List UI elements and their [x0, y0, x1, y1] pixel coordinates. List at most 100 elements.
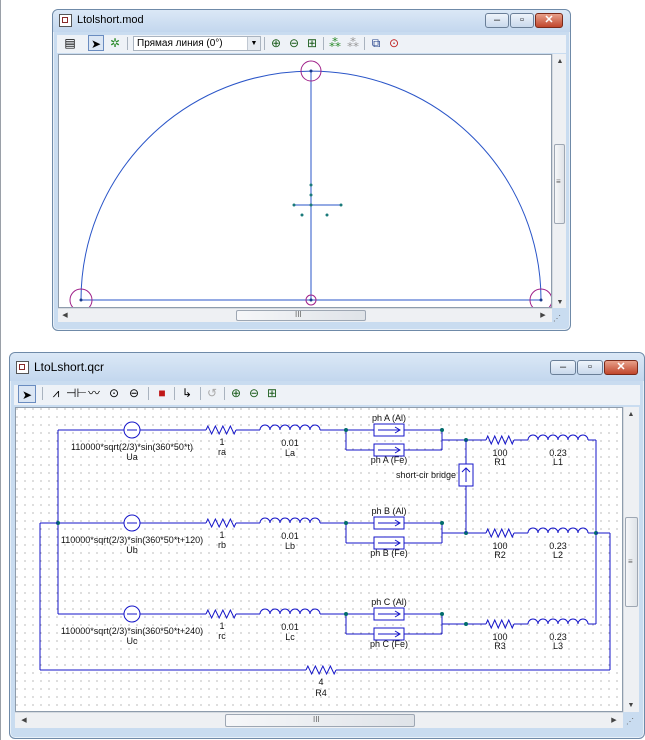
zoom-out-icon[interactable]: ⊖	[246, 385, 262, 401]
line-type-value: Прямая линия (0°)	[137, 38, 223, 49]
resistor-value: 1	[219, 437, 224, 447]
scroll-right-icon[interactable]: ▶	[607, 716, 621, 724]
pointer-icon[interactable]: ➤	[18, 385, 36, 403]
wire-icon[interactable]: ↳	[179, 385, 195, 401]
snap-points-icon[interactable]: ⁂	[327, 35, 343, 51]
junction-node	[344, 521, 348, 525]
load-inductor-name: L2	[553, 550, 563, 560]
scroll-grip: ≡	[556, 177, 561, 186]
window-title: LtoLshort.qcr	[34, 360, 105, 374]
circuit-canvas[interactable]: 110000*sqrt(2/3)*sin(360*50*t) Ua 1 ra 0.01 L…	[15, 407, 623, 712]
junction-node	[344, 612, 348, 616]
resistor-name: rc	[218, 631, 226, 641]
load-resistor-name: R3	[494, 641, 506, 651]
desktop-divider	[0, 0, 1, 740]
zoom-in-icon[interactable]: ⊕	[228, 385, 244, 401]
resize-grip[interactable]: ⋰	[553, 314, 561, 323]
magic-wand-icon[interactable]: ✲	[107, 35, 123, 51]
junction-node	[440, 521, 444, 525]
scroll-grip: III	[313, 715, 320, 724]
diagram-icon[interactable]: ▤	[62, 35, 78, 51]
zoom-in-icon[interactable]: ⊕	[268, 35, 284, 51]
inductor-icon[interactable]: 〰	[86, 385, 102, 401]
line-type-select[interactable]: Прямая линия (0°) ▼	[133, 36, 261, 51]
source-expression: 110000*sqrt(2/3)*sin(360*50*t+120)	[61, 535, 203, 545]
modeler-window: Ltolshort.mod – ▫ ✕ ▤ ➤ ✲ Прямая линия (…	[52, 9, 571, 331]
scroll-grip: ≡	[628, 557, 633, 566]
resize-grip[interactable]: ⋰	[626, 717, 634, 726]
toolbar: ➤ ⩘ ⊣⊢ 〰 ⊙ ⊖ ■ ↳ ↺ ⊕ ⊖ ⊞	[14, 385, 640, 405]
junction-node	[440, 612, 444, 616]
maximize-button[interactable]: ▫	[510, 13, 534, 28]
separator	[364, 37, 365, 50]
source-name: Ub	[126, 545, 138, 555]
scroll-down-icon[interactable]: ▼	[553, 299, 567, 306]
3d-box-icon[interactable]: ■	[154, 385, 170, 401]
snap-points-off-icon[interactable]: ⁂	[345, 35, 361, 51]
scroll-left-icon[interactable]: ◀	[17, 716, 31, 724]
voltage-source-icon[interactable]: ⊙	[106, 385, 122, 401]
title-bar[interactable]: LtoLshort.qcr – ▫ ✕	[10, 353, 644, 381]
junction-node	[344, 428, 348, 432]
current-source-icon[interactable]: ⊖	[126, 385, 142, 401]
capacitor-icon[interactable]: ⊣⊢	[66, 385, 87, 401]
fit-icon[interactable]: ⊞	[264, 385, 280, 401]
r4-name: R4	[315, 688, 327, 698]
switch-lower-label: ph B (Fe)	[370, 548, 408, 558]
resistor-name: rb	[218, 540, 226, 550]
chevron-down-icon[interactable]: ▼	[247, 37, 260, 50]
separator	[174, 387, 175, 400]
scroll-down-icon[interactable]: ▼	[624, 702, 638, 709]
arc-drawing	[69, 60, 551, 307]
inductor-value: 0.01	[281, 531, 299, 541]
vertical-scrollbar[interactable]: ▲ ≡ ▼	[623, 407, 639, 712]
scroll-up-icon[interactable]: ▲	[553, 58, 567, 65]
circuit-schematic: 110000*sqrt(2/3)*sin(360*50*t)Ua1ra0.01L…	[16, 408, 622, 711]
resistor-value: 1	[219, 530, 224, 540]
separator	[200, 387, 201, 400]
inductor-name: Lb	[285, 541, 295, 551]
drawing-canvas[interactable]	[58, 54, 552, 308]
title-bar[interactable]: Ltolshort.mod – ▫ ✕	[53, 10, 570, 32]
separator	[148, 387, 149, 400]
undo-icon[interactable]: ↺	[204, 385, 220, 401]
source-expression: 110000*sqrt(2/3)*sin(360*50*t)	[71, 442, 193, 452]
scroll-up-icon[interactable]: ▲	[624, 411, 638, 418]
switch-upper-label: ph A (Al)	[372, 413, 406, 423]
copy-icon[interactable]: ⧉	[368, 35, 384, 51]
grid	[16, 408, 622, 711]
inductor-name: La	[285, 448, 295, 458]
scroll-right-icon[interactable]: ▶	[536, 311, 550, 319]
left-point	[79, 298, 83, 302]
separator	[323, 37, 324, 50]
resistor-icon[interactable]: ⩘	[48, 385, 64, 401]
zoom-out-icon[interactable]: ⊖	[286, 35, 302, 51]
maximize-button[interactable]: ▫	[577, 360, 603, 375]
switch-upper-label: ph B (Al)	[371, 506, 406, 516]
app-icon	[16, 361, 29, 374]
window-title: Ltolshort.mod	[77, 14, 144, 26]
toolbar: ▤ ➤ ✲ Прямая линия (0°) ▼ ⊕ ⊖ ⊞ ⁂ ⁂ ⧉ ⊙	[57, 35, 566, 53]
separator	[127, 37, 128, 50]
minimize-button[interactable]: –	[550, 360, 576, 375]
scroll-grip: III	[295, 310, 302, 319]
horizontal-scrollbar[interactable]: ◀ III ▶	[15, 712, 623, 728]
right-point	[539, 298, 543, 302]
switch-lower-label: ph A (Fe)	[371, 455, 408, 465]
inductor-value: 0.01	[281, 438, 299, 448]
load-resistor-name: R1	[494, 457, 506, 467]
stop-icon[interactable]: ⊙	[386, 35, 402, 51]
separator	[42, 387, 43, 400]
close-button[interactable]: ✕	[535, 13, 563, 28]
minimize-button[interactable]: –	[485, 13, 509, 28]
scroll-thumb[interactable]	[225, 714, 415, 727]
scroll-left-icon[interactable]: ◀	[58, 311, 72, 319]
vertical-scrollbar[interactable]: ▲ ≡ ▼	[552, 54, 566, 308]
load-inductor-name: L1	[553, 457, 563, 467]
pointer-icon[interactable]: ➤	[88, 35, 104, 51]
circuit-window: LtoLshort.qcr – ▫ ✕ ➤ ⩘ ⊣⊢ 〰 ⊙ ⊖ ■ ↳ ↺ ⊕…	[9, 352, 645, 739]
fit-icon[interactable]: ⊞	[304, 35, 320, 51]
horizontal-scrollbar[interactable]: ◀ III ▶	[58, 308, 552, 322]
close-button[interactable]: ✕	[604, 360, 638, 375]
bridge-label: short-cir bridge	[396, 470, 456, 480]
